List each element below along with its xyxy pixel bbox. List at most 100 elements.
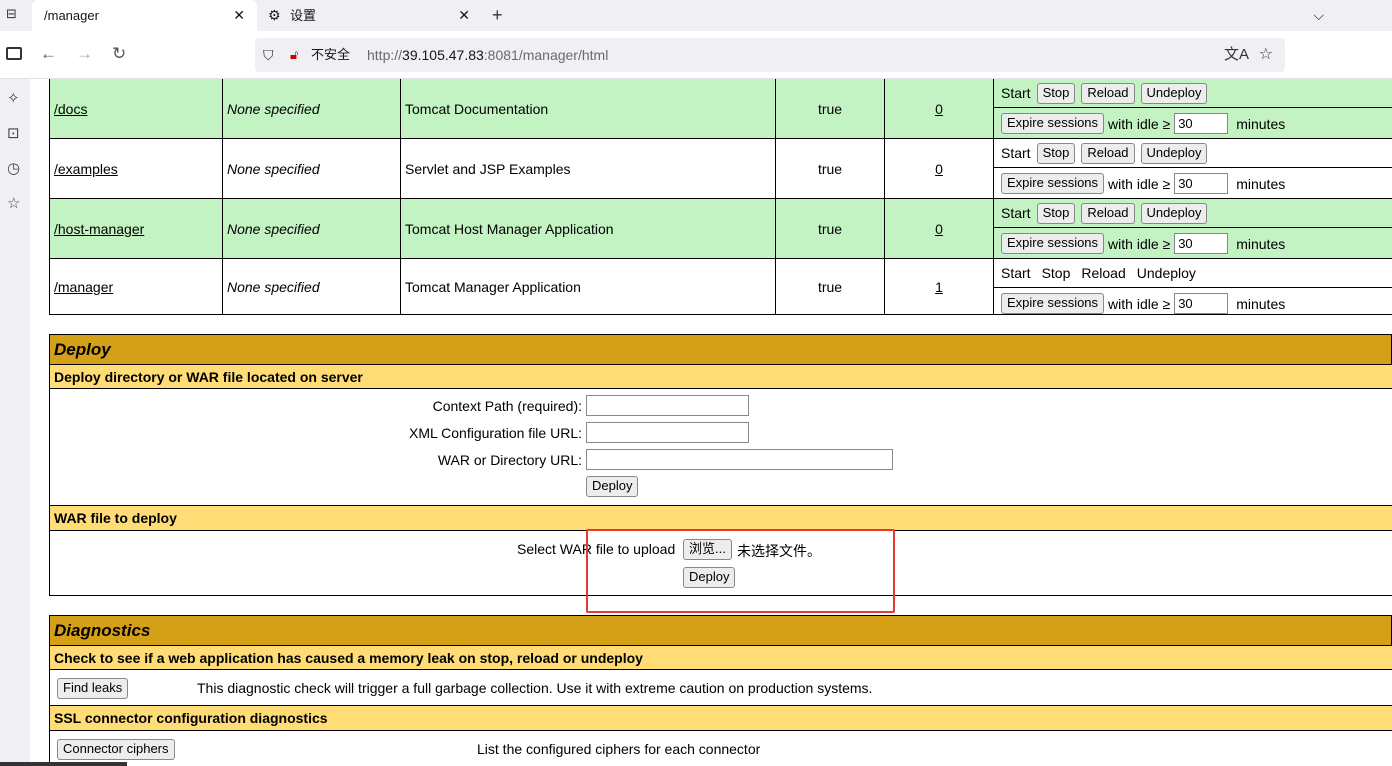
app-version-cell: None specified [223, 259, 401, 314]
app-path-link[interactable]: /docs [54, 101, 87, 117]
app-display-name: Tomcat Manager Application [405, 278, 581, 295]
app-version: None specified [227, 220, 320, 237]
address-bar[interactable]: ⛉ 🔓︎ 不安全 http://39.105.47.83:8081/manage… [255, 38, 1285, 72]
browse-file-button[interactable]: 浏览... [683, 539, 732, 560]
idle-minutes-input[interactable] [1174, 173, 1229, 194]
synced-tabs-icon[interactable]: ⊡ [7, 124, 20, 142]
expire-sessions-button[interactable]: Expire sessions [1001, 233, 1105, 254]
find-leaks-description: This diagnostic check will trigger a ful… [197, 680, 873, 696]
app-sessions-cell: 0 [885, 139, 994, 198]
idle-minutes-input[interactable] [1174, 293, 1229, 314]
context-path-label: Context Path (required): [432, 398, 582, 414]
table-row: /host-manager None specified Tomcat Host… [49, 199, 1392, 259]
app-version: None specified [227, 278, 320, 295]
app-path-link[interactable]: /host-manager [54, 221, 144, 237]
app-running: true [817, 100, 843, 117]
new-tab-plus-icon[interactable]: + [492, 0, 503, 30]
app-version: None specified [227, 160, 320, 177]
start-label: Start [1001, 85, 1031, 101]
app-running-cell: true [776, 259, 885, 314]
tab-overview-icon[interactable]: ⊟ [6, 7, 20, 21]
app-commands-cell: Start Stop Reload Undeploy Expire sessio… [994, 259, 1392, 314]
app-sessions-link[interactable]: 0 [935, 101, 943, 117]
expire-sessions-button[interactable]: Expire sessions [1001, 173, 1105, 194]
stop-button[interactable]: Stop [1036, 82, 1076, 104]
memory-leak-subsection-title: Check to see if a web application has ca… [49, 645, 1392, 669]
diagnostics-section-title: Diagnostics [49, 615, 1392, 645]
url-text[interactable]: http://39.105.47.83:8081/manager/html [367, 38, 608, 72]
app-commands-cell: Start Stop Reload Undeploy Expire sessio… [994, 139, 1392, 198]
sidebar-toggle-icon[interactable] [6, 47, 22, 60]
history-clock-icon[interactable]: ◷ [7, 159, 20, 177]
app-running-cell: true [776, 79, 885, 138]
app-path-link[interactable]: /examples [54, 161, 118, 177]
taskbar-strip [0, 762, 127, 766]
undeploy-button[interactable]: Undeploy [1140, 142, 1208, 164]
app-path-link[interactable]: /manager [54, 279, 113, 295]
app-display-name: Tomcat Documentation [405, 100, 549, 117]
tab-bar: ⊟ /manager ✕ ⚙ 设置 ✕ + ⌵ [0, 0, 1392, 31]
app-sessions-link[interactable]: 1 [935, 279, 943, 295]
bookmark-star-icon[interactable]: ☆ [1259, 38, 1273, 72]
reload-icon[interactable]: ↻ [112, 43, 126, 65]
ssl-subsection-title: SSL connector configuration diagnostics [49, 705, 1392, 730]
stop-button[interactable]: Stop [1036, 202, 1076, 224]
idle-minutes-input[interactable] [1174, 113, 1229, 134]
expire-sessions-button[interactable]: Expire sessions [1001, 113, 1105, 134]
close-icon[interactable]: ✕ [458, 0, 470, 31]
app-command-buttons: Start Stop Reload Undeploy [994, 79, 1392, 108]
chevron-down-icon[interactable]: ⌵ [1313, 0, 1324, 30]
app-sessions-cell: 1 [885, 259, 994, 314]
shield-icon[interactable]: ⛉ [263, 38, 274, 72]
connector-ciphers-description: List the configured ciphers for each con… [477, 741, 761, 757]
start-label: Start [1001, 145, 1031, 161]
context-path-input[interactable] [586, 395, 749, 416]
app-commands-cell: Start Stop Reload Undeploy Expire sessio… [994, 199, 1392, 258]
reload-button[interactable]: Reload [1081, 202, 1135, 224]
deploy-server-button[interactable]: Deploy [586, 476, 639, 497]
find-leaks-row: Find leaks This diagnostic check will tr… [49, 669, 1392, 705]
app-commands-cell: Start Stop Reload Undeploy Expire sessio… [994, 79, 1392, 138]
war-dir-input[interactable] [586, 449, 893, 470]
back-arrow-icon[interactable]: ← [40, 43, 57, 65]
bookmarks-star-icon[interactable]: ☆ [7, 194, 20, 212]
insecure-label: 不安全 [311, 47, 351, 62]
tab-settings[interactable]: ⚙ 设置 ✕ [262, 0, 482, 31]
find-leaks-button[interactable]: Find leaks [57, 678, 129, 699]
app-sessions-cell: 0 [885, 79, 994, 138]
stop-button[interactable]: Stop [1036, 142, 1076, 164]
deploy-upload-button[interactable]: Deploy [683, 567, 736, 588]
app-path-cell: /manager [50, 259, 223, 314]
app-command-buttons: Start Stop Reload Undeploy [994, 199, 1392, 228]
expire-sessions-button[interactable]: Expire sessions [1001, 293, 1105, 314]
minutes-label: minutes [1236, 295, 1286, 312]
deploy-server-form: Context Path (required): XML Configurati… [49, 388, 1392, 505]
translate-icon[interactable]: 文A [1224, 38, 1249, 72]
connector-ciphers-button[interactable]: Connector ciphers [57, 739, 175, 760]
app-path-cell: /examples [50, 139, 223, 198]
app-running-cell: true [776, 139, 885, 198]
reload-button[interactable]: Reload [1081, 82, 1135, 104]
close-icon[interactable]: ✕ [233, 0, 245, 31]
reload-button: Reload [1081, 265, 1126, 281]
forward-arrow-icon[interactable]: → [76, 43, 93, 65]
reload-button[interactable]: Reload [1081, 142, 1135, 164]
insecure-lock-icon[interactable]: 🔓︎ [290, 38, 298, 72]
app-path-cell: /host-manager [50, 199, 223, 258]
app-running: true [817, 220, 843, 237]
app-sessions-link[interactable]: 0 [935, 161, 943, 177]
idle-minutes-input[interactable] [1174, 233, 1229, 254]
tab-manager[interactable]: /manager ✕ [32, 0, 257, 31]
undeploy-button: Undeploy [1136, 265, 1196, 281]
ai-sparkle-icon[interactable]: ✧ [7, 89, 20, 107]
xml-config-input[interactable] [586, 422, 749, 443]
minutes-label: minutes [1236, 175, 1286, 192]
start-label: Start [1001, 205, 1031, 221]
app-display-name: Servlet and JSP Examples [405, 160, 571, 177]
page-content: /docs None specified Tomcat Documentatio… [30, 79, 1392, 766]
undeploy-button[interactable]: Undeploy [1140, 82, 1208, 104]
tab-title: /manager [44, 8, 99, 23]
start-label: Start [1001, 265, 1031, 281]
undeploy-button[interactable]: Undeploy [1140, 202, 1208, 224]
app-sessions-link[interactable]: 0 [935, 221, 943, 237]
